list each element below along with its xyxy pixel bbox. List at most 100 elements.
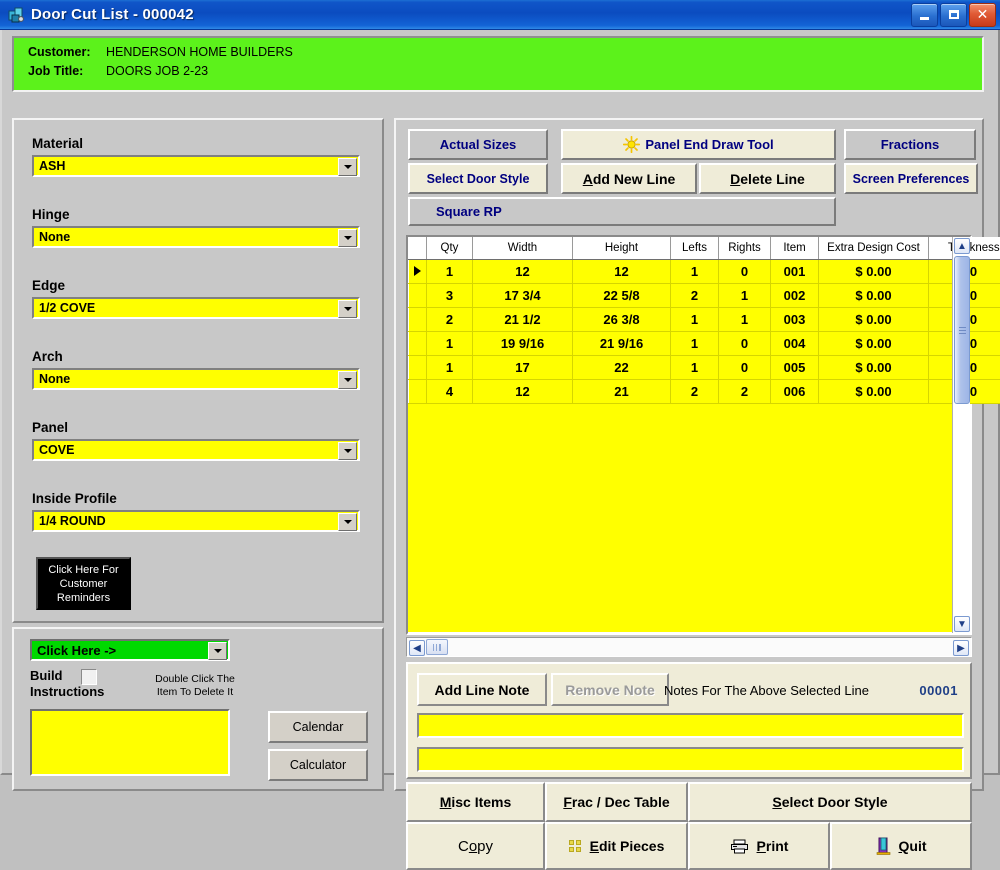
- column-header-lefts[interactable]: Lefts: [671, 237, 719, 259]
- table-row[interactable]: 3 17 3/4 22 5/8 2 1 002 $ 0.00 0: [409, 283, 1000, 307]
- grid-empty-area[interactable]: [408, 404, 954, 632]
- delete-line-button[interactable]: Delete Line: [699, 163, 836, 194]
- cell-item[interactable]: 004: [771, 331, 819, 355]
- chevron-down-icon[interactable]: [338, 513, 357, 531]
- column-header-qty[interactable]: Qty: [427, 237, 473, 259]
- build-instructions-checkbox[interactable]: [81, 669, 97, 685]
- cell-lefts[interactable]: 1: [671, 259, 719, 283]
- column-header-extra-design-cost[interactable]: Extra Design Cost: [819, 237, 929, 259]
- print-button[interactable]: Print: [688, 822, 830, 870]
- cell-width[interactable]: 21 1/2: [473, 307, 573, 331]
- quit-button[interactable]: Quit: [830, 822, 972, 870]
- screen-preferences-button[interactable]: Screen Preferences: [844, 163, 978, 194]
- click-here-dropdown[interactable]: Click Here ->: [30, 639, 230, 661]
- column-header-width[interactable]: Width: [473, 237, 573, 259]
- calculator-button[interactable]: Calculator: [268, 749, 368, 781]
- table-row[interactable]: 2 21 1/2 26 3/8 1 1 003 $ 0.00 0: [409, 307, 1000, 331]
- note-input-2[interactable]: [417, 747, 964, 772]
- table-row[interactable]: 1 19 9/16 21 9/16 1 0 004 $ 0.00 0: [409, 331, 1000, 355]
- scroll-right-icon[interactable]: ▶: [953, 640, 969, 656]
- cell-height[interactable]: 22: [573, 355, 671, 379]
- maximize-button[interactable]: [940, 3, 967, 27]
- cell-item[interactable]: 002: [771, 283, 819, 307]
- cut-list-grid[interactable]: Qty Width Height Lefts Rights Item Extra…: [406, 235, 972, 635]
- cell-qty[interactable]: 1: [427, 331, 473, 355]
- row-selector[interactable]: [409, 379, 427, 403]
- column-header-item[interactable]: Item: [771, 237, 819, 259]
- chevron-down-icon[interactable]: [208, 642, 227, 660]
- arch-dropdown[interactable]: None: [32, 368, 360, 390]
- row-selector[interactable]: [409, 355, 427, 379]
- cell-width[interactable]: 17 3/4: [473, 283, 573, 307]
- grid-vertical-scrollbar[interactable]: ▲ ▼: [952, 237, 970, 633]
- grid-horizontal-scrollbar[interactable]: ◀ ▶: [406, 637, 972, 657]
- row-selector[interactable]: [409, 259, 427, 283]
- cell-lefts[interactable]: 1: [671, 307, 719, 331]
- cell-width[interactable]: 12: [473, 379, 573, 403]
- fractions-button[interactable]: Fractions: [844, 129, 976, 160]
- cell-lefts[interactable]: 2: [671, 379, 719, 403]
- horizontal-scroll-thumb[interactable]: [426, 639, 448, 655]
- chevron-down-icon[interactable]: [338, 300, 357, 318]
- cell-lefts[interactable]: 2: [671, 283, 719, 307]
- customer-reminders-button[interactable]: Click Here For Customer Reminders: [36, 557, 131, 610]
- scroll-down-icon[interactable]: ▼: [954, 616, 970, 632]
- table-row[interactable]: 1 17 22 1 0 005 $ 0.00 0: [409, 355, 1000, 379]
- misc-items-button[interactable]: Misc Items: [406, 782, 545, 822]
- cell-item[interactable]: 001: [771, 259, 819, 283]
- row-selector[interactable]: [409, 307, 427, 331]
- cell-extra-design-cost[interactable]: $ 0.00: [819, 283, 929, 307]
- cell-rights[interactable]: 0: [719, 331, 771, 355]
- select-door-style-bottom-button[interactable]: Select Door Style: [688, 782, 972, 822]
- cell-height[interactable]: 21 9/16: [573, 331, 671, 355]
- material-dropdown[interactable]: ASH: [32, 155, 360, 177]
- copy-button[interactable]: Copy: [406, 822, 545, 870]
- cell-lefts[interactable]: 1: [671, 331, 719, 355]
- cell-extra-design-cost[interactable]: $ 0.00: [819, 379, 929, 403]
- cell-qty[interactable]: 1: [427, 259, 473, 283]
- calendar-button[interactable]: Calendar: [268, 711, 368, 743]
- close-button[interactable]: ✕: [969, 3, 996, 27]
- table-row[interactable]: 4 12 21 2 2 006 $ 0.00 0: [409, 379, 1000, 403]
- cell-item[interactable]: 003: [771, 307, 819, 331]
- vertical-scroll-thumb[interactable]: [954, 256, 970, 404]
- cell-item[interactable]: 006: [771, 379, 819, 403]
- cell-qty[interactable]: 2: [427, 307, 473, 331]
- frac-dec-table-button[interactable]: Frac / Dec Table: [545, 782, 688, 822]
- panel-dropdown[interactable]: COVE: [32, 439, 360, 461]
- cell-qty[interactable]: 1: [427, 355, 473, 379]
- chevron-down-icon[interactable]: [338, 229, 357, 247]
- chevron-down-icon[interactable]: [338, 371, 357, 389]
- cell-rights[interactable]: 1: [719, 307, 771, 331]
- cell-height[interactable]: 26 3/8: [573, 307, 671, 331]
- minimize-button[interactable]: [911, 3, 938, 27]
- cell-width[interactable]: 12: [473, 259, 573, 283]
- cell-width[interactable]: 17: [473, 355, 573, 379]
- scroll-left-icon[interactable]: ◀: [409, 640, 425, 656]
- column-header-height[interactable]: Height: [573, 237, 671, 259]
- cell-height[interactable]: 22 5/8: [573, 283, 671, 307]
- inside-profile-dropdown[interactable]: 1/4 ROUND: [32, 510, 360, 532]
- cell-rights[interactable]: 0: [719, 259, 771, 283]
- actual-sizes-button[interactable]: Actual Sizes: [408, 129, 548, 160]
- cell-width[interactable]: 19 9/16: [473, 331, 573, 355]
- cell-item[interactable]: 005: [771, 355, 819, 379]
- cell-extra-design-cost[interactable]: $ 0.00: [819, 331, 929, 355]
- build-instructions-listbox[interactable]: [30, 709, 230, 776]
- add-new-line-button[interactable]: Add New Line: [561, 163, 697, 194]
- cell-extra-design-cost[interactable]: $ 0.00: [819, 259, 929, 283]
- edge-dropdown[interactable]: 1/2 COVE: [32, 297, 360, 319]
- cell-rights[interactable]: 0: [719, 355, 771, 379]
- hinge-dropdown[interactable]: None: [32, 226, 360, 248]
- edit-pieces-button[interactable]: Edit Pieces: [545, 822, 688, 870]
- chevron-down-icon[interactable]: [338, 158, 357, 176]
- row-selector[interactable]: [409, 331, 427, 355]
- cell-rights[interactable]: 1: [719, 283, 771, 307]
- chevron-down-icon[interactable]: [338, 442, 357, 460]
- cell-extra-design-cost[interactable]: $ 0.00: [819, 355, 929, 379]
- scroll-up-icon[interactable]: ▲: [954, 238, 970, 254]
- note-input-1[interactable]: [417, 713, 964, 738]
- cell-lefts[interactable]: 1: [671, 355, 719, 379]
- cell-extra-design-cost[interactable]: $ 0.00: [819, 307, 929, 331]
- cell-height[interactable]: 12: [573, 259, 671, 283]
